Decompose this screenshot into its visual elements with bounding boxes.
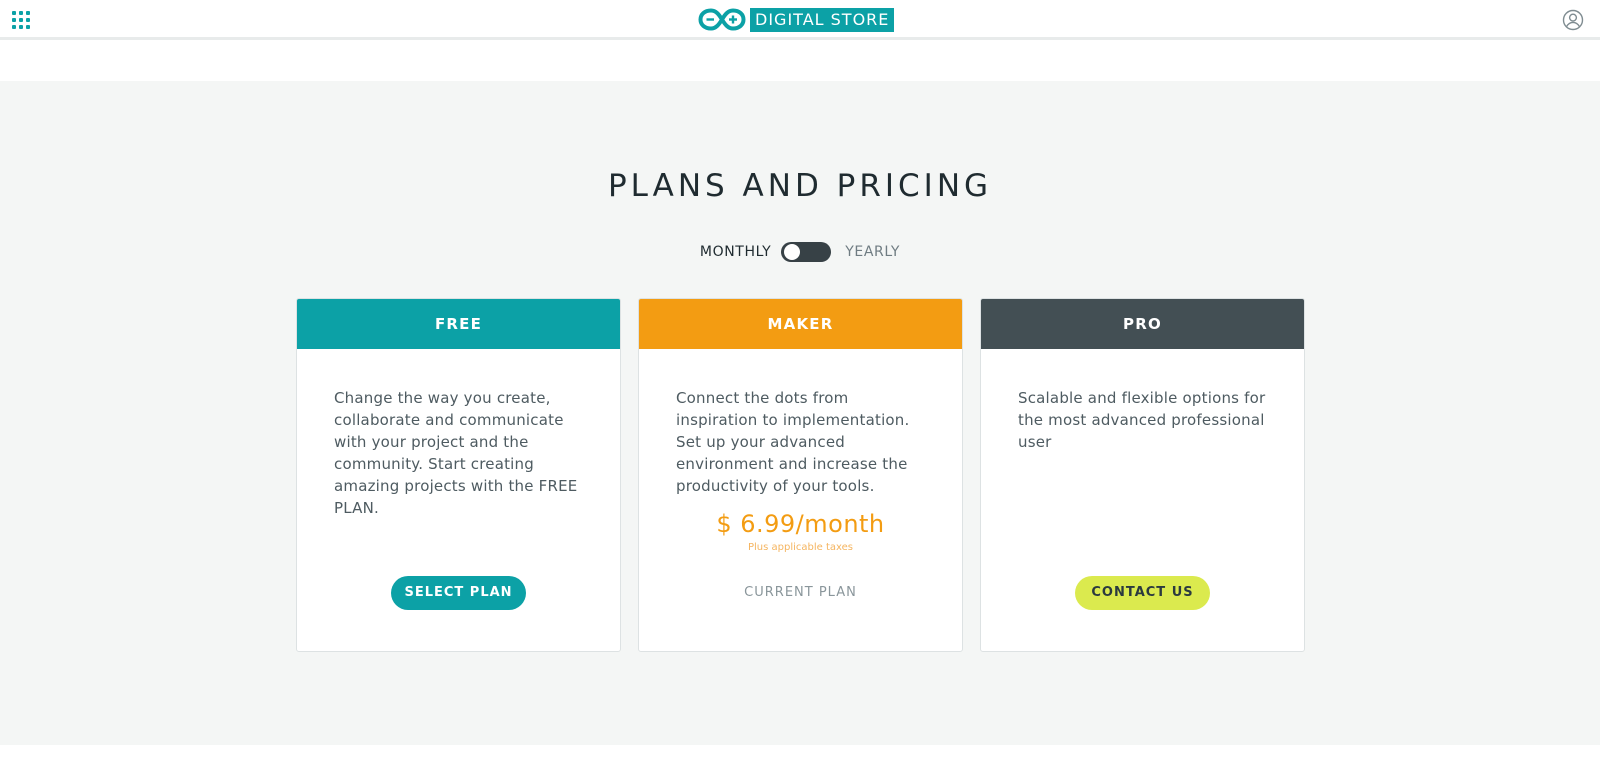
plan-description: Change the way you create, collaborate a… — [334, 389, 578, 517]
plan-description: Scalable and flexible options for the mo… — [1018, 389, 1266, 451]
contact-us-button[interactable]: CONTACT US — [1075, 576, 1210, 610]
plan-price: $ 6.99/month — [716, 510, 885, 538]
plan-description: Connect the dots from inspiration to imp… — [676, 389, 910, 495]
plan-card-free: FREE Change the way you create, collabor… — [296, 298, 621, 652]
select-plan-button[interactable]: SELECT PLAN — [391, 576, 526, 610]
page-title: PLANS AND PRICING — [607, 168, 993, 204]
top-navigation-bar: DIGITAL STORE — [0, 0, 1600, 40]
billing-period-toggle: MONTHLY YEARLY — [0, 241, 1600, 263]
plan-card-maker: MAKER Connect the dots from inspiration … — [638, 298, 963, 652]
plan-card-pro: PRO Scalable and flexible options for th… — [980, 298, 1305, 652]
yearly-option-label[interactable]: YEARLY — [845, 244, 900, 260]
user-circle-icon[interactable] — [1562, 9, 1584, 31]
grid-icon[interactable] — [12, 11, 30, 29]
infinity-logo-icon — [698, 8, 746, 31]
plan-name: FREE — [297, 299, 620, 349]
plan-name: MAKER — [639, 299, 962, 349]
switch-knob — [784, 244, 801, 260]
brand-logo[interactable]: DIGITAL STORE — [698, 7, 895, 32]
monthly-option-label[interactable]: MONTHLY — [700, 244, 771, 260]
price-tax-note: Plus applicable taxes — [747, 542, 854, 553]
brand-name: DIGITAL STORE — [750, 7, 895, 32]
current-plan-label: CURRENT PLAN — [744, 585, 857, 600]
plan-name: PRO — [981, 299, 1304, 349]
pricing-section: PLANS AND PRICING MONTHLY YEARLY FREE Ch… — [0, 81, 1600, 745]
billing-period-switch[interactable] — [781, 242, 832, 262]
